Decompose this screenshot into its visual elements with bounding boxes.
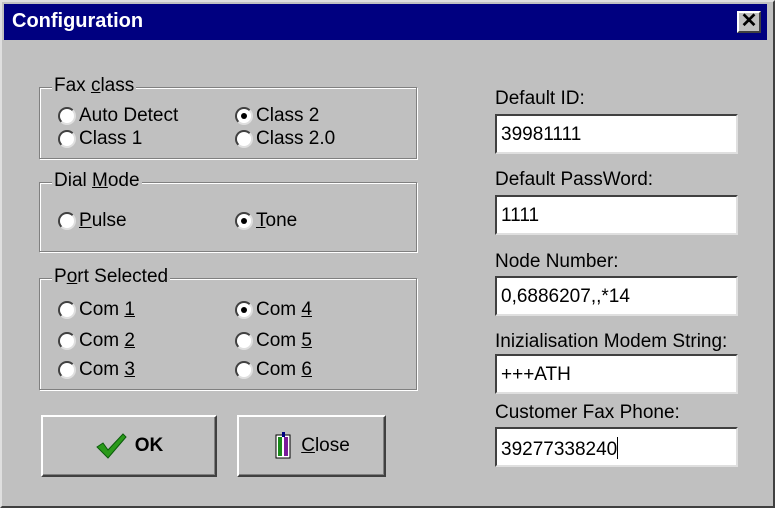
radio-label: Tone [256, 210, 298, 231]
fax-class-legend: Fax class [52, 75, 137, 97]
radio-tone[interactable]: Tone [235, 210, 297, 232]
dial-mode-legend: Dial Mode [52, 170, 142, 192]
radio-label: Pulse [79, 210, 127, 231]
radio-label: Com 4 [256, 299, 312, 320]
port-selected-legend: Port Selected [52, 266, 171, 288]
radio-label: Class 2.0 [256, 128, 336, 149]
radio-dot [58, 332, 76, 350]
radio-label: Auto Detect [79, 105, 179, 126]
exit-door-icon [275, 432, 291, 459]
port-selected-group: Port Selected Com 1 Com 4 Com 2 Com 5 Co… [39, 266, 417, 390]
radio-dot [235, 212, 253, 230]
radio-auto-detect[interactable]: Auto Detect [58, 105, 178, 127]
default-password-field[interactable]: 1111 [495, 195, 738, 235]
customer-fax-field[interactable]: 39277338240 [495, 427, 738, 467]
radio-com-2[interactable]: Com 2 [58, 330, 135, 352]
customer-fax-label: Customer Fax Phone: [495, 402, 680, 423]
radio-dot [58, 361, 76, 379]
radio-dot [235, 107, 253, 125]
radio-label: Com 5 [256, 330, 312, 351]
radio-class-2[interactable]: Class 2 [235, 105, 319, 127]
radio-label: Com 2 [79, 330, 135, 351]
radio-dot [58, 301, 76, 319]
window-close-button[interactable]: ✕ [737, 11, 761, 33]
checkmark-icon [95, 433, 127, 459]
radio-dot [235, 361, 253, 379]
radio-dot [235, 130, 253, 148]
radio-class-1[interactable]: Class 1 [58, 128, 142, 150]
close-label: Close [301, 435, 350, 456]
title-bar: Configuration ✕ [4, 4, 767, 40]
text-caret [617, 437, 619, 459]
radio-label: Com 3 [79, 359, 135, 380]
radio-class-2-0[interactable]: Class 2.0 [235, 128, 335, 150]
radio-dot [58, 130, 76, 148]
init-string-field[interactable]: +++ATH [495, 354, 738, 394]
radio-dot [58, 107, 76, 125]
default-password-label: Default PassWord: [495, 169, 654, 190]
radio-com-1[interactable]: Com 1 [58, 299, 135, 321]
radio-com-4[interactable]: Com 4 [235, 299, 312, 321]
radio-dot [235, 301, 253, 319]
radio-dot [58, 212, 76, 230]
default-id-field[interactable]: 39981111 [495, 114, 738, 154]
ok-button[interactable]: OK [41, 415, 217, 477]
close-button[interactable]: Close [237, 415, 386, 477]
node-number-label: Node Number: [495, 251, 619, 272]
radio-label: Com 6 [256, 359, 312, 380]
init-string-label: Inizialisation Modem String: [495, 331, 728, 352]
radio-dot [235, 332, 253, 350]
fax-class-group: Fax class Auto Detect Class 2 Class 1 Cl… [39, 75, 417, 159]
customer-fax-value: 39277338240 [501, 439, 618, 460]
radio-com-6[interactable]: Com 6 [235, 359, 312, 381]
radio-label: Class 1 [79, 128, 143, 149]
ok-label: OK [134, 435, 164, 456]
radio-pulse[interactable]: Pulse [58, 210, 127, 232]
dial-mode-group: Dial Mode Pulse Tone [39, 170, 417, 252]
radio-com-5[interactable]: Com 5 [235, 330, 312, 352]
configuration-dialog: Configuration ✕ Fax class Auto Detect Cl… [0, 0, 775, 508]
window-title: Configuration [12, 10, 144, 32]
node-number-field[interactable]: 0,6886207,,*14 [495, 276, 738, 316]
default-id-label: Default ID: [495, 88, 585, 109]
radio-label: Com 1 [79, 299, 135, 320]
radio-label: Class 2 [256, 105, 320, 126]
radio-com-3[interactable]: Com 3 [58, 359, 135, 381]
